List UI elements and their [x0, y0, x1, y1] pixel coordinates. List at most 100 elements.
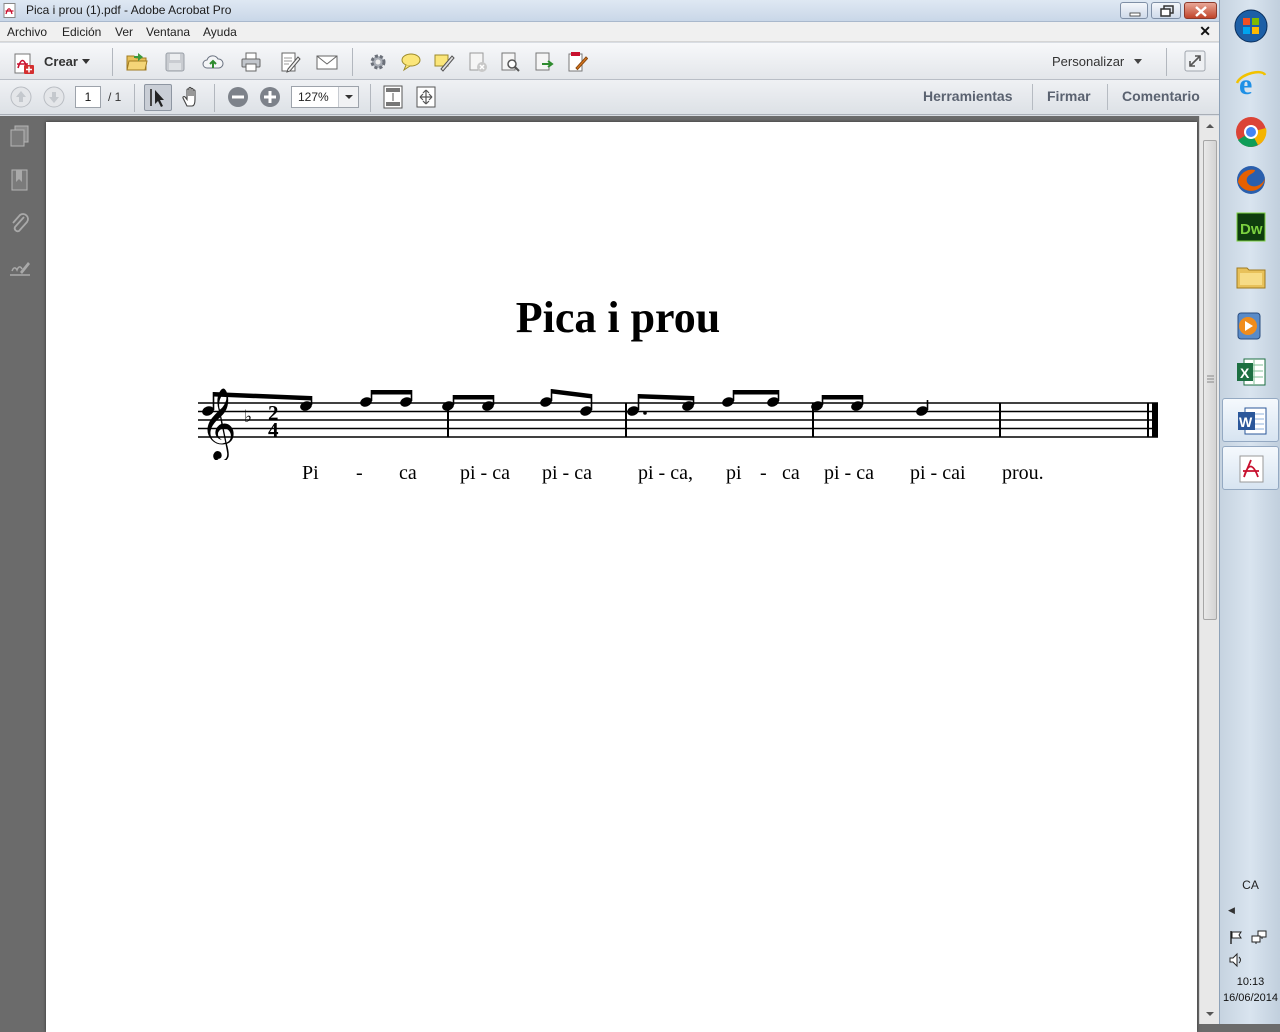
- close-button[interactable]: [1184, 2, 1217, 19]
- comment-bubble-icon[interactable]: [400, 51, 422, 73]
- zoom-select[interactable]: 127%: [291, 86, 359, 108]
- highlight-pen-icon[interactable]: [433, 51, 455, 73]
- score-title: Pica i prou: [515, 293, 721, 342]
- pdf-file-icon: [3, 3, 16, 18]
- menu-ver[interactable]: Ver: [115, 25, 133, 39]
- menu-bar: Archivo Edición Ver Ventana Ayuda ✕: [0, 22, 1219, 42]
- create-label: Crear: [44, 54, 78, 69]
- edit-document-icon[interactable]: [279, 51, 301, 73]
- attachments-paperclip-icon[interactable]: [8, 212, 32, 236]
- minimize-button[interactable]: [1120, 2, 1148, 19]
- select-cursor-icon: [150, 89, 164, 107]
- main-toolbar: Crear Personalizar: [0, 43, 1219, 80]
- taskbar-acrobat[interactable]: [1222, 446, 1279, 490]
- windows-taskbar: e Dw X W CA ◀ 10:13 16/06/2014: [1219, 0, 1280, 1024]
- lyric-syllable: ca: [399, 462, 417, 484]
- open-folder-icon[interactable]: [126, 51, 148, 73]
- email-icon[interactable]: [316, 51, 338, 73]
- tab-herramientas[interactable]: Herramientas: [923, 88, 1013, 104]
- window-title: Pica i prou (1).pdf - Adobe Acrobat Pro: [26, 3, 232, 17]
- scroll-up-icon[interactable]: [1200, 118, 1219, 134]
- minimize-icon: [1129, 12, 1141, 17]
- fit-width-icon[interactable]: [414, 85, 438, 109]
- taskbar-file-explorer[interactable]: [1222, 254, 1279, 298]
- taskbar-dreamweaver[interactable]: Dw: [1222, 205, 1279, 249]
- hand-tool-icon[interactable]: [179, 85, 203, 109]
- lyric-syllable: prou.: [1002, 462, 1044, 484]
- lyric-syllable: pi - ca: [542, 462, 592, 484]
- cloud-upload-icon[interactable]: [202, 51, 224, 73]
- taskbar-chrome[interactable]: [1222, 110, 1279, 154]
- menu-edicion[interactable]: Edición: [62, 25, 101, 39]
- network-icon[interactable]: [1251, 929, 1267, 945]
- taskbar-word[interactable]: W: [1222, 398, 1279, 442]
- menu-ventana[interactable]: Ventana: [146, 25, 190, 39]
- page-thumbnails-icon[interactable]: [8, 124, 32, 148]
- taskbar-excel[interactable]: X: [1222, 350, 1279, 394]
- note-beam: [371, 390, 412, 395]
- page-total: / 1: [108, 90, 122, 104]
- separator: [1166, 48, 1167, 76]
- restore-icon: [1160, 5, 1174, 17]
- vertical-scrollbar[interactable]: [1199, 116, 1219, 1024]
- zoom-in-icon[interactable]: [258, 85, 282, 109]
- close-document-icon[interactable]: ✕: [1199, 23, 1211, 40]
- create-button[interactable]: Crear: [8, 48, 96, 76]
- document-viewport: Pica i prou 𝄞 ♭ 2 4 Pi - ca pi - ca pi -…: [40, 116, 1199, 1032]
- start-button[interactable]: [1222, 6, 1279, 50]
- volume-speaker-icon[interactable]: [1228, 952, 1244, 968]
- scrollbar-thumb[interactable]: [1203, 140, 1217, 620]
- fullscreen-expand-icon[interactable]: [1184, 50, 1206, 72]
- note-dot: [218, 411, 222, 415]
- lyric-syllable: pi - ca: [824, 462, 874, 484]
- separator: [370, 84, 371, 112]
- fit-page-icon[interactable]: [381, 85, 405, 109]
- taskbar-firefox[interactable]: [1222, 158, 1279, 202]
- restore-button[interactable]: [1151, 2, 1181, 19]
- zoom-dropdown-arrow[interactable]: [338, 87, 358, 107]
- sixteenth-beam: [303, 403, 312, 407]
- select-tool-button[interactable]: [144, 84, 172, 111]
- zoom-out-icon[interactable]: [226, 85, 250, 109]
- tab-firmar[interactable]: Firmar: [1047, 88, 1091, 104]
- next-page-icon[interactable]: [42, 85, 66, 109]
- scroll-down-icon[interactable]: [1200, 1006, 1219, 1022]
- note-beam: [822, 395, 863, 400]
- firefox-icon: [1237, 166, 1265, 194]
- page-number-input[interactable]: 1: [75, 86, 101, 108]
- previous-page-icon[interactable]: [9, 85, 33, 109]
- flat-key-signature: ♭: [244, 407, 252, 427]
- grip-icon: [1207, 375, 1214, 383]
- word-icon: W: [1238, 407, 1267, 435]
- delete-page-icon[interactable]: [467, 51, 489, 73]
- search-document-icon[interactable]: [499, 51, 521, 73]
- action-center-flag-icon[interactable]: [1228, 929, 1244, 945]
- save-icon[interactable]: [164, 51, 186, 73]
- dreamweaver-icon: Dw: [1236, 212, 1266, 242]
- language-indicator[interactable]: CA: [1220, 878, 1280, 892]
- menu-archivo[interactable]: Archivo: [7, 25, 47, 39]
- note-beam: [551, 389, 592, 399]
- taskbar-media-player[interactable]: [1222, 304, 1279, 348]
- tab-comentario[interactable]: Comentario: [1122, 88, 1200, 104]
- export-document-icon[interactable]: [533, 51, 555, 73]
- form-edit-icon[interactable]: [566, 51, 588, 73]
- print-icon[interactable]: [240, 51, 262, 73]
- folder-icon: [1236, 267, 1266, 289]
- customize-label[interactable]: Personalizar: [1052, 54, 1124, 69]
- note-beam: [733, 390, 779, 395]
- tray-expand-arrow-icon[interactable]: ◀: [1228, 906, 1235, 916]
- sixteenth-beam: [685, 403, 694, 407]
- note-dot: [643, 411, 647, 415]
- clock-time[interactable]: 10:13: [1220, 976, 1280, 988]
- menu-ayuda[interactable]: Ayuda: [203, 25, 237, 39]
- signatures-icon[interactable]: [8, 256, 32, 280]
- bookmarks-icon[interactable]: [8, 168, 32, 192]
- settings-gear-icon[interactable]: [367, 51, 389, 73]
- chevron-down-icon[interactable]: [1134, 59, 1142, 65]
- clock-date[interactable]: 16/06/2014: [1220, 992, 1280, 1004]
- taskbar-internet-explorer[interactable]: e: [1222, 61, 1279, 105]
- navigation-toolbar: 1 / 1 127% Herramientas Firmar Comentari…: [0, 80, 1219, 115]
- close-icon: [1195, 6, 1207, 17]
- staff-lines: [198, 402, 1158, 438]
